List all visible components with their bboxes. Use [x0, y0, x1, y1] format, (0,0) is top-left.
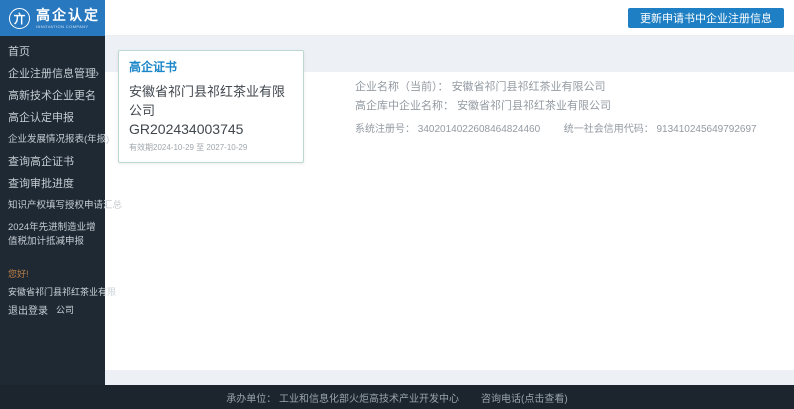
app-logo: 亣 高企认定 INNOVATION COMPANY: [0, 0, 105, 36]
user-company-name: 安徽省祁门县祁红茶业有限: [8, 287, 117, 297]
sidebar-item-ip-authorization[interactable]: 知识产权填写授权申请汇总: [0, 195, 122, 217]
footer-organizer-text: 承办单位： 工业和信息化部火炬高技术产业开发中心: [226, 393, 460, 405]
current-name-value: 安徽省祁门县祁红茶业有限公司: [451, 81, 606, 93]
sidebar-menu: 首页 › 企业注册信息管理 高新技术企业更名 高企认定申报 企业发展情况报表(年…: [0, 36, 122, 253]
certificate-card-title: 高企证书: [129, 60, 178, 74]
sidebar-item-annual-report[interactable]: 企业发展情况报表(年报): [0, 129, 109, 151]
library-name-line: 高企库中企业名称： 安徽省祁门县祁红茶业有限公司: [355, 97, 757, 116]
footer-phone-link[interactable]: 咨询电话(点击查看): [481, 390, 568, 405]
sidebar-item-rename[interactable]: 高新技术企业更名: [0, 85, 105, 107]
system-reg-value: 3402014022608464824460: [417, 124, 541, 135]
page-footer: 承办单位： 工业和信息化部火炬高技术产业开发中心 咨询电话(点击查看): [0, 385, 794, 409]
sidebar-item-query-certificate[interactable]: 查询高企证书: [0, 151, 105, 173]
greeting-text: 您好!: [8, 269, 29, 279]
sidebar-user-block: 您好! 安徽省祁门县祁红茶业有限 退出登录 公司: [0, 267, 117, 317]
user-company-name-wrap: 公司: [56, 305, 75, 315]
app-subtitle: INNOVATION COMPANY: [36, 23, 89, 29]
library-name-label: 高企库中企业名称：: [355, 100, 454, 112]
sidebar-item-home[interactable]: 首页: [0, 41, 105, 63]
current-name-line: 企业名称（当前）： 安徽省祁门县祁红茶业有限公司: [355, 78, 757, 97]
update-registration-button[interactable]: 更新申请书中企业注册信息: [628, 8, 784, 28]
main-content: 高企证书 安徽省祁门县祁红茶业有限公司 GR202434003745 有效期20…: [105, 36, 794, 385]
enterprise-info: 企业名称（当前）： 安徽省祁门县祁红茶业有限公司 高企库中企业名称： 安徽省祁门…: [355, 78, 757, 139]
logo-icon: 亣: [9, 7, 30, 29]
system-reg-label: 系统注册号：: [355, 124, 415, 135]
current-name-label: 企业名称（当前）：: [355, 81, 449, 93]
logout-link[interactable]: 退出登录: [8, 302, 48, 317]
sidebar-item-declare[interactable]: 高企认定申报: [0, 107, 105, 129]
credit-code-value: 913410245649792697: [656, 124, 757, 135]
registration-line: 系统注册号： 3402014022608464824460 统一社会信用代码： …: [355, 120, 757, 139]
app-title: 高企认定: [36, 6, 100, 23]
certificate-company-name: 安徽省祁门县祁红茶业有限公司: [129, 84, 286, 118]
sidebar: 首页 › 企业注册信息管理 高新技术企业更名 高企认定申报 企业发展情况报表(年…: [0, 36, 122, 385]
certificate-number: GR202434003745: [129, 121, 244, 137]
top-header: 亣 高企认定 INNOVATION COMPANY 更新申请书中企业注册信息: [0, 0, 794, 36]
library-name-value: 安徽省祁门县祁红茶业有限公司: [457, 100, 612, 112]
certificate-validity: 有效期2024-10-29 至 2027-10-29: [129, 143, 248, 152]
sidebar-item-query-progress[interactable]: 查询审批进度: [0, 173, 105, 195]
certificate-card: 高企证书 安徽省祁门县祁红茶业有限公司 GR202434003745 有效期20…: [118, 50, 304, 163]
sidebar-item-registration-info[interactable]: › 企业注册信息管理: [0, 63, 105, 85]
sidebar-item-vat-deduction[interactable]: 2024年先进制造业增值税加计抵减申报: [0, 217, 105, 253]
credit-code-label: 统一社会信用代码：: [563, 124, 654, 135]
